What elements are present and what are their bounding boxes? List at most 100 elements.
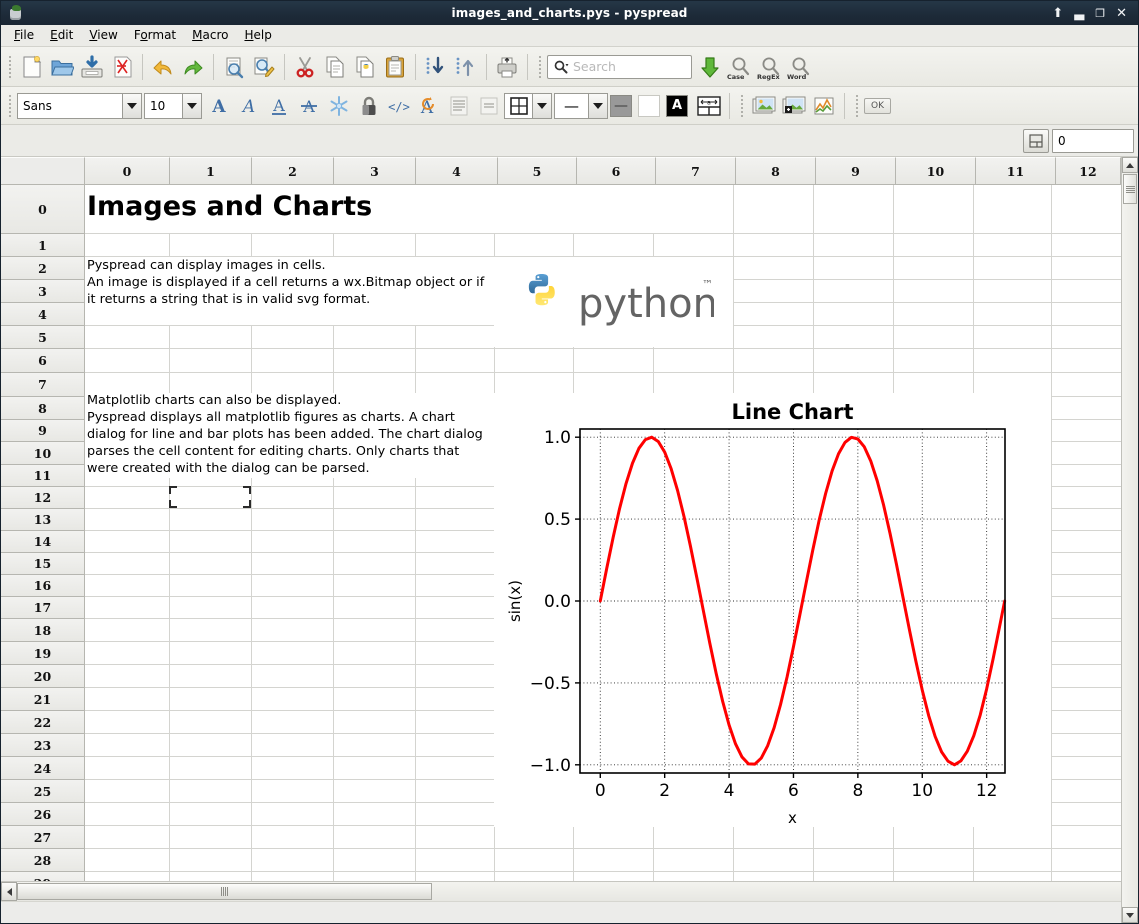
row-header-5[interactable]: 5 xyxy=(1,326,85,349)
open-icon[interactable] xyxy=(47,52,77,82)
border-width-combo[interactable]: — xyxy=(554,93,608,119)
ok-toolbar-grip[interactable] xyxy=(853,93,861,119)
font-size-combo[interactable]: 10 xyxy=(144,93,202,119)
menu-help[interactable]: Help xyxy=(237,26,278,45)
column-header-11[interactable]: 11 xyxy=(976,157,1056,185)
export-pdf-icon[interactable] xyxy=(107,52,137,82)
column-header-10[interactable]: 10 xyxy=(896,157,976,185)
italic-icon[interactable]: A xyxy=(234,91,264,121)
formula-input[interactable]: 0 xyxy=(1052,129,1134,153)
row-header-13[interactable]: 13 xyxy=(1,509,85,531)
border-choice-icon[interactable] xyxy=(504,93,532,119)
hscroll-left-button[interactable] xyxy=(1,882,17,901)
row-header-7[interactable]: 7 xyxy=(1,373,85,397)
paste-icon[interactable] xyxy=(380,52,410,82)
freeze-icon[interactable] xyxy=(324,91,354,121)
insert-chart-icon[interactable] xyxy=(809,91,839,121)
font-name-combo[interactable]: Sans xyxy=(17,93,142,119)
row-header-28[interactable]: 28 xyxy=(1,849,85,872)
font-name-chevron-down-icon[interactable] xyxy=(122,93,142,119)
page-setup-icon[interactable] xyxy=(249,52,279,82)
toolbar-grip[interactable] xyxy=(6,54,14,80)
border-choice-chevron-down-icon[interactable] xyxy=(532,93,552,119)
row-header-18[interactable]: 18 xyxy=(1,619,85,642)
row-header-21[interactable]: 21 xyxy=(1,688,85,711)
menu-edit[interactable]: Edit xyxy=(43,26,80,45)
row-header-23[interactable]: 23 xyxy=(1,734,85,757)
media-toolbar-grip[interactable] xyxy=(738,93,746,119)
hscroll-thumb[interactable] xyxy=(17,883,432,900)
border-width-chevron-down-icon[interactable] xyxy=(588,93,608,119)
column-header-7[interactable]: 7 xyxy=(656,157,736,185)
row-header-4[interactable]: 4 xyxy=(1,303,85,326)
cell-selection-cursor[interactable] xyxy=(169,486,251,508)
find-next-icon[interactable] xyxy=(695,52,725,82)
background-color-swatch[interactable] xyxy=(638,95,660,117)
bold-icon[interactable]: A xyxy=(204,91,234,121)
cut-icon[interactable] xyxy=(290,52,320,82)
column-header-12[interactable]: 12 xyxy=(1056,157,1121,185)
minimize-button[interactable]: ▃ xyxy=(1074,7,1084,20)
column-header-6[interactable]: 6 xyxy=(577,157,656,185)
cell-images-text[interactable]: Pyspread can display images in cells. An… xyxy=(87,257,493,308)
row-header-25[interactable]: 25 xyxy=(1,780,85,803)
save-icon[interactable] xyxy=(77,52,107,82)
column-header-4[interactable]: 4 xyxy=(416,157,498,185)
row-header-8[interactable]: 8 xyxy=(1,397,85,420)
align-middle-icon[interactable] xyxy=(474,91,504,121)
search-input[interactable] xyxy=(571,57,689,77)
column-header-2[interactable]: 2 xyxy=(252,157,334,185)
link-bitmap-icon[interactable] xyxy=(779,91,809,121)
column-header-0[interactable]: 0 xyxy=(85,157,170,185)
search-icon[interactable] xyxy=(551,59,571,75)
border-choice-combo[interactable] xyxy=(504,93,552,119)
font-name-value[interactable]: Sans xyxy=(17,93,122,119)
column-header-8[interactable]: 8 xyxy=(736,157,816,185)
row-header-22[interactable]: 22 xyxy=(1,711,85,734)
row-header-19[interactable]: 19 xyxy=(1,642,85,665)
cell-canvas[interactable]: Images and Charts Pyspread can display i… xyxy=(85,185,1121,881)
python-logo-image[interactable]: python ™ xyxy=(494,257,733,347)
row-header-26[interactable]: 26 xyxy=(1,803,85,826)
vscroll-track[interactable] xyxy=(1122,204,1138,907)
cell-title-text[interactable]: Images and Charts xyxy=(87,191,372,222)
column-header-5[interactable]: 5 xyxy=(498,157,577,185)
match-case-toggle[interactable]: Case xyxy=(725,52,755,82)
format-toolbar-grip[interactable] xyxy=(6,93,14,119)
copy-results-icon[interactable] xyxy=(350,52,380,82)
row-header-3[interactable]: 3 xyxy=(1,280,85,303)
markup-icon[interactable]: </> xyxy=(384,91,414,121)
whole-word-toggle[interactable]: Word xyxy=(785,52,815,82)
row-header-29[interactable]: 29 xyxy=(1,872,85,881)
row-header-9[interactable]: 9 xyxy=(1,420,85,442)
column-header-3[interactable]: 3 xyxy=(334,157,416,185)
row-header-24[interactable]: 24 xyxy=(1,757,85,780)
vscroll-thumb[interactable] xyxy=(1123,174,1137,204)
row-header-0[interactable]: 0 xyxy=(1,185,85,234)
text-color-swatch[interactable]: A xyxy=(666,95,688,117)
row-header-27[interactable]: 27 xyxy=(1,826,85,849)
column-header-1[interactable]: 1 xyxy=(170,157,252,185)
font-size-value[interactable]: 10 xyxy=(144,93,182,119)
regex-toggle[interactable]: RegEx xyxy=(755,52,785,82)
font-size-chevron-down-icon[interactable] xyxy=(182,93,202,119)
redo-icon[interactable] xyxy=(178,52,208,82)
row-header-17[interactable]: 17 xyxy=(1,597,85,619)
sort-ascending-icon[interactable] xyxy=(421,52,451,82)
hscroll-track[interactable] xyxy=(432,882,1121,901)
sort-descending-icon[interactable] xyxy=(451,52,481,82)
vertical-scrollbar[interactable] xyxy=(1121,157,1138,923)
row-header-16[interactable]: 16 xyxy=(1,575,85,597)
vscroll-up-button[interactable] xyxy=(1122,157,1138,173)
border-width-value[interactable]: — xyxy=(554,93,588,119)
strikethrough-icon[interactable]: A xyxy=(294,91,324,121)
row-header-2[interactable]: 2 xyxy=(1,257,85,280)
line-chart[interactable]: Line Chart−1.0−0.50.00.51.0024681012xsin… xyxy=(494,393,1051,827)
new-icon[interactable] xyxy=(17,52,47,82)
border-color-swatch[interactable]: — xyxy=(610,95,632,117)
column-header-9[interactable]: 9 xyxy=(816,157,896,185)
row-header-15[interactable]: 15 xyxy=(1,553,85,575)
row-header-10[interactable]: 10 xyxy=(1,442,85,465)
row-header-12[interactable]: 12 xyxy=(1,487,85,509)
print-preview-icon[interactable] xyxy=(219,52,249,82)
